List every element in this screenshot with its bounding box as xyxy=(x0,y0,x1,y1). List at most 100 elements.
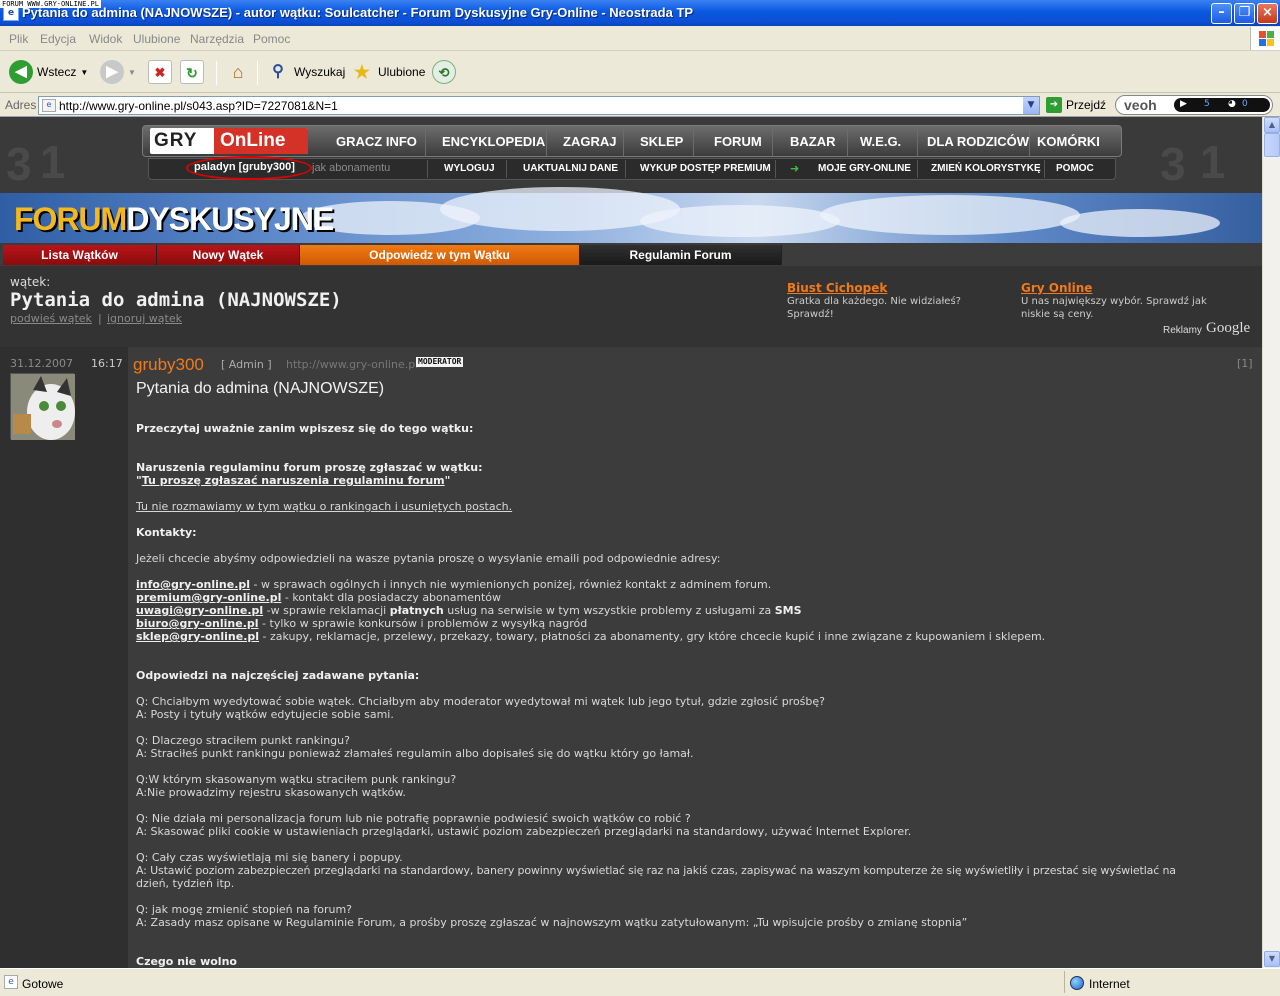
tab-regulamin[interactable]: Regulamin Forum xyxy=(580,245,782,265)
security-zone: Internet xyxy=(1089,977,1130,991)
favorites-button[interactable]: ★ Ulubione xyxy=(350,59,425,85)
subnav-kolorystyka[interactable]: ZMIEŃ KOLORYSTYKĘ xyxy=(931,163,1041,174)
nav-bazar[interactable]: BAZAR xyxy=(790,134,836,149)
back-dropdown-icon[interactable]: ▼ xyxy=(80,68,88,77)
maximize-button[interactable]: ❐ xyxy=(1234,3,1255,24)
contact-email-biuro[interactable]: biuro@gry-online.pl xyxy=(136,617,259,630)
nav-encyklopedia[interactable]: ENCYKLOPEDIA xyxy=(442,134,545,149)
tab-nowy-watek[interactable]: Nowy Wątek xyxy=(157,245,300,265)
forward-button[interactable]: ▶ ▼ xyxy=(100,59,136,85)
subnav-moje[interactable]: MOJE GRY-ONLINE xyxy=(818,163,911,174)
nav-zagraj[interactable]: ZAGRAJ xyxy=(563,134,616,149)
subnav-uaktualnij[interactable]: UAKTUALNIJ DANE xyxy=(523,163,618,174)
nav-komorki[interactable]: KOMÓRKI xyxy=(1037,134,1100,149)
ad-text-2[interactable]: U nas największy wybór. Sprawdź jak nisk… xyxy=(1021,295,1236,321)
subnav-pomoc[interactable]: POMOC xyxy=(1056,163,1094,174)
status-text: Gotowe xyxy=(22,977,64,991)
nav-dla-rodzicow[interactable]: DLA RODZICÓW xyxy=(927,134,1029,149)
contact-desc: - zakupy, reklamacje, przelewy, przekazy… xyxy=(259,630,1046,643)
menu-file[interactable]: Plik xyxy=(9,32,28,46)
contact-email-info[interactable]: info@gry-online.pl xyxy=(136,578,250,591)
address-input[interactable]: e http://www.gry-online.pl/s043.asp?ID=7… xyxy=(38,96,1040,115)
internet-globe-icon xyxy=(1070,976,1084,990)
moderator-badge: MODERATOR xyxy=(416,357,464,367)
avatar[interactable] xyxy=(10,373,75,440)
ad-title-1[interactable]: Biust Cichopek xyxy=(787,281,887,295)
scroll-down-icon[interactable]: ▼ xyxy=(1264,951,1280,967)
post-number[interactable]: [1] xyxy=(1237,357,1253,370)
faq-question: Q: Cały czas wyświetlają mi się banery i… xyxy=(136,851,403,864)
nav-weg[interactable]: W.E.G. xyxy=(860,134,901,149)
menu-view[interactable]: Widok xyxy=(89,32,122,46)
post-author[interactable]: gruby300 xyxy=(133,355,204,375)
go-label: Przejdź xyxy=(1066,98,1107,112)
nav-forum[interactable]: FORUM xyxy=(714,134,762,149)
faq-answer: A: Ustawić poziom zabezpieczeń przegląda… xyxy=(136,864,1176,877)
menu-tools[interactable]: Narzędzia xyxy=(190,32,244,46)
go-arrow-icon: ➜ xyxy=(1046,97,1062,113)
ads-by-label: Reklamy xyxy=(1163,325,1202,336)
contact-email-sklep[interactable]: sklep@gry-online.pl xyxy=(136,630,259,643)
bump-thread-link[interactable]: podwieś wątek xyxy=(10,312,92,325)
minimize-button[interactable]: – xyxy=(1211,3,1232,24)
favorites-label: Ulubione xyxy=(378,65,426,79)
contact-bold: SMS xyxy=(774,604,802,617)
ad-title-2[interactable]: Gry Online xyxy=(1021,281,1092,295)
contact-desc: - kontakt dla posiadaczy abonamentów xyxy=(281,591,501,604)
status-bar: e Gotowe Internet xyxy=(0,968,1280,996)
contact-email-uwagi[interactable]: uwagi@gry-online.pl xyxy=(136,604,263,617)
post-no-talk: Tu nie rozmawiamy w tym wątku o rankinga… xyxy=(136,500,513,513)
site-logo[interactable]: GRY OnLine xyxy=(150,128,308,154)
search-button[interactable]: ⚲ Wyszukaj xyxy=(266,59,345,85)
ignore-thread-link[interactable]: ignoruj wątek xyxy=(107,312,182,325)
menu-edit[interactable]: Edycja xyxy=(40,32,76,46)
refresh-button[interactable]: ↻ xyxy=(180,59,204,85)
web-page: 3 1 3 1 GRY OnLine GRACZ INFO ENCYKLOPED… xyxy=(0,117,1262,968)
stop-icon: ✖ xyxy=(148,60,172,84)
faq-answer: A: Posty i tytuły wątków edytujecie sobi… xyxy=(136,708,394,721)
post-author-site[interactable]: http://www.gry-online.pl xyxy=(286,358,418,371)
post-author-role: [ Admin ] xyxy=(221,358,272,371)
scroll-thumb[interactable] xyxy=(1264,133,1280,157)
address-dropdown-icon[interactable]: ▼ xyxy=(1023,97,1039,114)
subnav-premium[interactable]: WYKUP DOSTĘP PREMIUM xyxy=(640,163,771,174)
stop-button[interactable]: ✖ xyxy=(148,59,172,85)
contact-row: uwagi@gry-online.pl -w sprawie reklamacj… xyxy=(136,604,802,617)
history-button[interactable]: ⟲ xyxy=(432,59,456,85)
toolbar: ◀ Wstecz ▼ ▶ ▼ ✖ ↻ ⌂ ⚲ Wyszukaj ★ Ulubio… xyxy=(0,51,1280,93)
tab-lista-watkow[interactable]: Lista Wątków xyxy=(3,245,157,265)
close-button[interactable]: × xyxy=(1257,3,1278,24)
contact-desc: -w sprawie reklamacji xyxy=(263,604,390,617)
scroll-up-icon[interactable]: ▲ xyxy=(1264,117,1280,133)
contact-desc: usług na serwisie w tym wszystkie proble… xyxy=(443,604,775,617)
forbidden-heading: Czego nie wolno xyxy=(136,955,237,968)
search-icon: ⚲ xyxy=(272,63,284,80)
faq-answer: A: Straciłeś punkt rankingu ponieważ zła… xyxy=(136,747,694,760)
nav-gracz-info[interactable]: GRACZ INFO xyxy=(336,134,417,149)
report-link-text[interactable]: Tu proszę zgłaszać naruszenia regulaminu… xyxy=(142,474,445,487)
ad-text-1[interactable]: Gratka dla każdego. Nie widziałeś? Spraw… xyxy=(787,295,997,321)
faq-question: Q: Dlaczego straciłem punkt rankingu? xyxy=(136,734,350,747)
menu-favorites[interactable]: Ulubione xyxy=(133,32,180,46)
faq-heading: Odpowiedzi na najczęściej zadawane pytan… xyxy=(136,669,420,682)
page-status-icon: e xyxy=(4,975,18,989)
home-button[interactable]: ⌂ xyxy=(226,59,250,85)
back-button[interactable]: ◀ Wstecz ▼ xyxy=(9,59,88,85)
window-title-bar[interactable]: e Pytania do admina (NAJNOWSZE) - autor … xyxy=(0,0,1280,26)
address-url[interactable]: http://www.gry-online.pl/s043.asp?ID=722… xyxy=(59,99,338,113)
post-report-link[interactable]: "Tu proszę zgłaszać naruszenia regulamin… xyxy=(136,474,450,487)
contact-email-premium[interactable]: premium@gry-online.pl xyxy=(136,591,281,604)
forward-dropdown-icon[interactable]: ▼ xyxy=(128,68,136,77)
vertical-scrollbar[interactable]: ▲ ▼ xyxy=(1262,117,1280,968)
go-button[interactable]: ➜ Przejdź xyxy=(1046,97,1106,113)
veoh-toolbar[interactable]: veoh ▶ 5 ◕ 0 xyxy=(1115,95,1273,115)
forum-logo[interactable]: FORUMDYSKUSYJNE xyxy=(14,201,334,238)
rss-icon: ◕ xyxy=(1228,99,1236,109)
subnav-wyloguj[interactable]: WYLOGUJ xyxy=(444,163,495,174)
faq-question: Q: jak mogę zmienić stopień na forum? xyxy=(136,903,353,916)
nav-sklep[interactable]: SKLEP xyxy=(640,134,683,149)
menu-help[interactable]: Pomoc xyxy=(253,32,290,46)
post-date: 31.12.2007 xyxy=(10,357,73,370)
tab-odpowiedz[interactable]: Odpowiedz w tym Wątku xyxy=(300,245,580,265)
refresh-icon: ↻ xyxy=(180,60,204,84)
